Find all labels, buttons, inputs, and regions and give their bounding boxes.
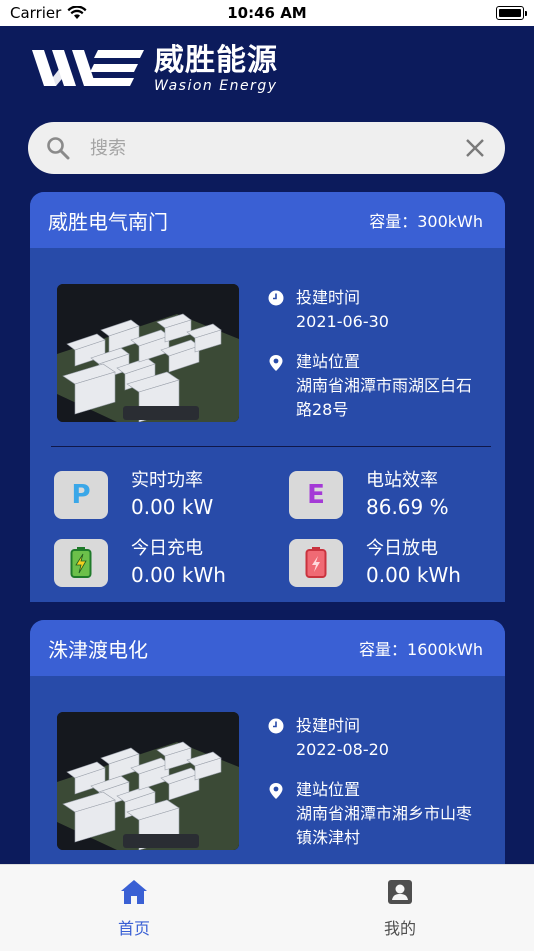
battery-discharge-icon	[289, 539, 343, 587]
metric-charge-today: 今日充电 0.00 kWh	[54, 537, 226, 589]
station-card-header: 洙津渡电化 容量：1600kWh	[30, 620, 505, 676]
location-pin-icon	[269, 355, 283, 371]
station-capacity: 容量：1600kWh	[359, 640, 483, 659]
efficiency-icon: E	[289, 471, 343, 519]
efficiency-label: 电站效率	[366, 470, 438, 491]
charge-today-label: 今日充电	[131, 538, 203, 559]
efficiency-value: 86.69 %	[366, 495, 449, 519]
clear-icon[interactable]	[445, 138, 505, 158]
location-value: 湖南省湘潭市湘乡市山枣镇洙津村	[296, 804, 473, 847]
station-card[interactable]: 洙津渡电化 容量：1600kWh 投建时间 2022-08-20 建站位置 湖南…	[30, 620, 505, 864]
location-info: 建站位置 湖南省湘潭市湘乡市山枣镇洙津村	[268, 778, 478, 850]
build-time-label: 投建时间	[296, 716, 361, 735]
station-thumbnail	[57, 712, 239, 850]
build-time-info: 投建时间 2022-08-20	[268, 714, 389, 762]
profile-icon	[388, 880, 412, 904]
search-icon	[28, 136, 88, 160]
station-card[interactable]: 威胜电气南门 容量：300kWh 投建时间 2021-06-30 建站位置 湖南…	[30, 192, 505, 602]
search-input[interactable]	[88, 136, 445, 160]
build-time-value: 2021-06-30	[296, 312, 389, 331]
discharge-today-label: 今日放电	[366, 538, 438, 559]
battery-charge-icon	[54, 539, 108, 587]
tab-mine-label: 我的	[383, 919, 416, 938]
app-screen: 威胜能源 Wasion Energy 威胜电气南门 容量：300kWh	[0, 26, 534, 864]
station-name: 洙津渡电化	[48, 637, 148, 662]
divider	[51, 446, 491, 447]
build-time-info: 投建时间 2021-06-30	[268, 286, 389, 334]
battery-icon	[496, 6, 527, 20]
location-label: 建站位置	[296, 780, 361, 799]
brand-logo: 威胜能源 Wasion Energy	[32, 46, 278, 93]
home-icon	[121, 880, 147, 904]
realtime-power-value: 0.00 kW	[131, 495, 214, 519]
brand-name-en: Wasion Energy	[154, 78, 278, 94]
status-time: 10:46 AM	[227, 4, 307, 22]
clock-icon	[268, 718, 284, 734]
charge-today-value: 0.00 kWh	[131, 563, 226, 587]
metric-realtime-power: P 实时功率 0.00 kW	[54, 469, 213, 521]
search-bar[interactable]	[28, 122, 505, 174]
build-time-label: 投建时间	[296, 288, 361, 307]
station-name: 威胜电气南门	[48, 209, 168, 234]
build-time-value: 2022-08-20	[296, 740, 389, 759]
location-info: 建站位置 湖南省湘潭市雨湖区白石路28号	[268, 350, 478, 422]
tab-home[interactable]: 首页	[84, 879, 184, 939]
station-thumbnail	[57, 284, 239, 422]
status-bar: Carrier 10:46 AM	[0, 0, 534, 26]
tab-mine[interactable]: 我的	[350, 879, 450, 939]
wasion-logo-icon	[32, 49, 144, 86]
tab-home-label: 首页	[117, 919, 150, 938]
discharge-today-value: 0.00 kWh	[366, 563, 461, 587]
clock-icon	[268, 290, 284, 306]
station-card-header: 威胜电气南门 容量：300kWh	[30, 192, 505, 248]
tab-bar: 首页 我的	[0, 864, 534, 951]
power-icon: P	[54, 471, 108, 519]
metric-discharge-today: 今日放电 0.00 kWh	[289, 537, 461, 589]
brand-name-cn: 威胜能源	[154, 43, 278, 78]
station-capacity: 容量：300kWh	[369, 212, 483, 231]
metric-efficiency: E 电站效率 86.69 %	[289, 469, 449, 521]
location-label: 建站位置	[296, 352, 361, 371]
realtime-power-label: 实时功率	[131, 470, 203, 491]
location-pin-icon	[269, 783, 283, 799]
location-value: 湖南省湘潭市雨湖区白石路28号	[296, 376, 473, 419]
